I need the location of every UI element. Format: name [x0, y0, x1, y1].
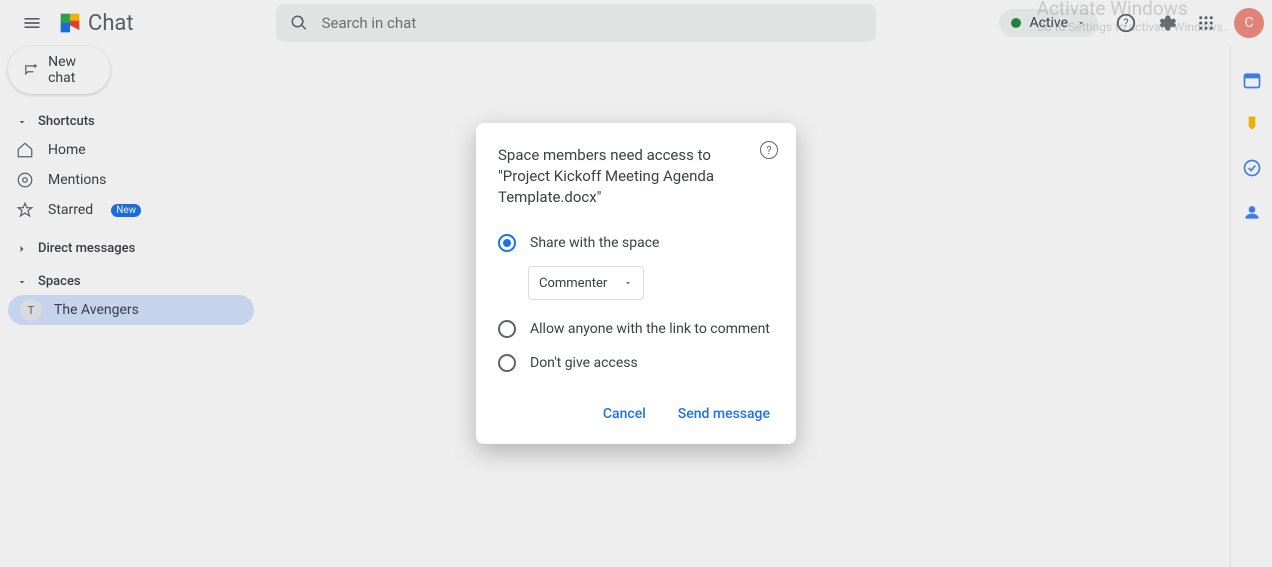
permission-select[interactable]: Commenter [528, 266, 644, 300]
share-dialog: ? Space members need access to "Project … [476, 123, 796, 444]
radio-label: Allow anyone with the link to comment [530, 321, 770, 337]
radio-share-space[interactable]: Share with the space [498, 226, 774, 260]
modal-scrim: ? Space members need access to "Project … [0, 0, 1272, 567]
send-message-button[interactable]: Send message [674, 398, 774, 430]
dialog-title: Space members need access to "Project Ki… [498, 145, 774, 208]
radio-label: Share with the space [530, 235, 659, 251]
dropdown-arrow-icon [623, 278, 633, 288]
radio-icon [498, 234, 516, 252]
cancel-button[interactable]: Cancel [599, 398, 650, 430]
radio-icon [498, 354, 516, 372]
select-value: Commenter [539, 276, 607, 291]
dialog-help-button[interactable]: ? [760, 141, 778, 159]
radio-label: Don't give access [530, 355, 638, 371]
radio-link-comment[interactable]: Allow anyone with the link to comment [498, 312, 774, 346]
radio-no-access[interactable]: Don't give access [498, 346, 774, 380]
radio-icon [498, 320, 516, 338]
